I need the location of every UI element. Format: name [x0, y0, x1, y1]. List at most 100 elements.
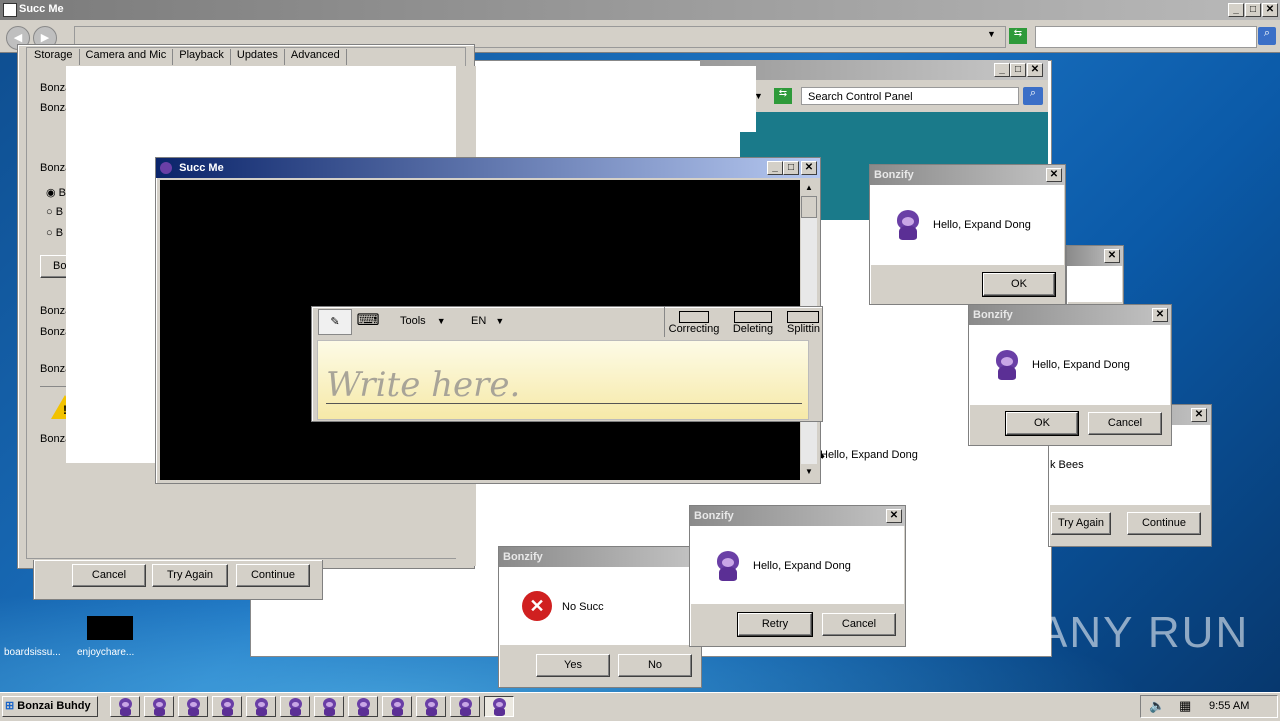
- keyboard-icon[interactable]: ⌨: [352, 309, 384, 333]
- taskbar-button[interactable]: [314, 696, 344, 717]
- close-button[interactable]: ✕: [1191, 408, 1207, 422]
- dialog-title: Bonzify: [694, 510, 734, 522]
- taskbar-button[interactable]: [382, 696, 412, 717]
- tools-label: Tools: [400, 315, 426, 327]
- splitting-button[interactable]: Splittin: [787, 311, 823, 335]
- taskbar-button[interactable]: [178, 696, 208, 717]
- error-icon: ✕: [522, 591, 552, 621]
- minimize-button[interactable]: _: [767, 161, 783, 175]
- radio[interactable]: ○ B: [46, 206, 63, 218]
- taskbar-button[interactable]: [110, 696, 140, 717]
- close-button[interactable]: ✕: [1104, 249, 1120, 263]
- bonzi-icon: [893, 208, 923, 240]
- dialog-message: No Succ: [562, 601, 604, 613]
- desktop-icon-label[interactable]: enjoycharе...: [77, 647, 134, 658]
- close-button[interactable]: ✕: [1027, 63, 1043, 77]
- close-button[interactable]: ✕: [1262, 3, 1278, 17]
- cancel-button[interactable]: Cancel: [822, 613, 896, 636]
- try-again-button[interactable]: Try Again: [1051, 512, 1111, 535]
- bonzi-icon: [284, 697, 306, 717]
- bonzi-icon: [420, 697, 442, 717]
- network-icon[interactable]: ▦: [1179, 698, 1191, 714]
- start-button[interactable]: ⊞ Bonzai Buhdy: [2, 696, 98, 717]
- control-panel-search-input[interactable]: Search Control Panel: [801, 87, 1019, 105]
- minimize-button[interactable]: _: [994, 63, 1010, 77]
- tab-advanced[interactable]: Advanced: [285, 49, 347, 65]
- taskbar-button[interactable]: [416, 696, 446, 717]
- dialog-message: Hello, Expand Dong: [753, 560, 851, 572]
- scroll-thumb[interactable]: [801, 196, 817, 218]
- desktop-icon-label[interactable]: boardsissu...: [4, 647, 61, 658]
- correcting-button[interactable]: Correcting: [668, 311, 720, 335]
- search-input[interactable]: [1035, 26, 1257, 48]
- bonzi-icon: [488, 697, 510, 717]
- try-again-button[interactable]: Try Again: [152, 564, 228, 587]
- search-icon[interactable]: ⌕: [1258, 27, 1276, 45]
- speaker-icon[interactable]: 🔈: [1149, 698, 1165, 714]
- settings-button-bar: Cancel Try Again Continue: [33, 560, 323, 600]
- radio-selected[interactable]: ◉ B: [46, 186, 66, 199]
- bonzi-icon: [454, 697, 476, 717]
- minimize-button[interactable]: _: [1228, 3, 1244, 17]
- splitting-label: Splittin: [787, 323, 821, 335]
- scroll-down-icon[interactable]: ▼: [801, 464, 817, 480]
- taskbar-button[interactable]: [348, 696, 378, 717]
- bonzify-dialog: Bonzify ✕ Hello, Expand Dong OK: [869, 164, 1066, 305]
- radio[interactable]: ○ B: [46, 227, 63, 239]
- taskbar-button[interactable]: [484, 696, 514, 717]
- bonzi-icon: [318, 697, 340, 717]
- windows-logo-icon: ⊞: [5, 700, 15, 712]
- maximize-button[interactable]: □: [783, 161, 799, 175]
- continue-button[interactable]: Continue: [1127, 512, 1201, 535]
- tab-updates[interactable]: Updates: [231, 49, 285, 65]
- ok-button[interactable]: OK: [982, 272, 1056, 297]
- tab-playback[interactable]: Playback: [173, 49, 231, 65]
- maximize-button[interactable]: □: [1245, 3, 1261, 17]
- tab-storage[interactable]: Storage: [28, 49, 80, 65]
- refresh-icon[interactable]: ⇆: [774, 88, 792, 104]
- yes-button[interactable]: Yes: [536, 654, 610, 677]
- writing-pad[interactable]: Write here.: [317, 340, 809, 420]
- continue-button[interactable]: Continue: [236, 564, 310, 587]
- dialog-titlebar: Bonzify ✕: [969, 305, 1171, 325]
- close-button[interactable]: ✕: [801, 161, 817, 175]
- taskbar-button[interactable]: [280, 696, 310, 717]
- close-button[interactable]: ✕: [886, 509, 902, 523]
- cancel-button[interactable]: Cancel: [1088, 412, 1162, 435]
- language-menu[interactable]: EN ▼: [471, 315, 504, 327]
- taskbar-button[interactable]: [246, 696, 276, 717]
- search-icon[interactable]: ⌕: [1023, 87, 1043, 105]
- dialog-titlebar: Bonzify: [499, 547, 701, 567]
- desktop-icon-image[interactable]: [87, 616, 133, 640]
- taskbar-button[interactable]: [450, 696, 480, 717]
- ok-button[interactable]: OK: [1005, 411, 1079, 436]
- retry-button[interactable]: Retry: [737, 612, 813, 637]
- bonzi-icon: [216, 697, 238, 717]
- stacked-dialog: ✕: [1066, 245, 1124, 305]
- deleting-button[interactable]: Deleting: [728, 311, 778, 335]
- pen-icon[interactable]: ✎: [318, 309, 352, 335]
- no-button[interactable]: No: [618, 654, 692, 677]
- close-button[interactable]: ✕: [1046, 168, 1062, 182]
- bonzify-dialog: Bonzify ✕ Hello, Expand Dong OK Cancel: [968, 304, 1172, 446]
- system-tray: 🔈 ▦ 9:55 AM: [1140, 695, 1278, 718]
- scroll-up-icon[interactable]: ▲: [801, 180, 817, 196]
- chevron-down-icon[interactable]: ▼: [987, 29, 996, 39]
- refresh-icon[interactable]: ⇆: [1009, 28, 1027, 44]
- dialog-body: Hello, Expand Dong: [691, 526, 904, 604]
- divider: [664, 307, 665, 337]
- maximize-button[interactable]: □: [1010, 63, 1026, 77]
- input-panel: ✎ ⌨ Tools ▼ EN ▼ Correcting Deleting Spl…: [311, 306, 823, 422]
- clock[interactable]: 9:55 AM: [1209, 700, 1249, 712]
- radio-label: B: [58, 187, 66, 199]
- tools-menu[interactable]: Tools ▼: [400, 315, 446, 327]
- correcting-icon: [679, 311, 709, 323]
- close-button[interactable]: ✕: [1152, 308, 1168, 322]
- dialog-body: Hello, Expand Dong: [871, 185, 1064, 265]
- cancel-button[interactable]: Cancel: [72, 564, 146, 587]
- chevron-down-icon: ▼: [495, 316, 505, 326]
- dialog-titlebar: Bonzify ✕: [690, 506, 905, 526]
- tab-camera-mic[interactable]: Camera and Mic: [80, 49, 174, 65]
- taskbar-button[interactable]: [144, 696, 174, 717]
- taskbar-button[interactable]: [212, 696, 242, 717]
